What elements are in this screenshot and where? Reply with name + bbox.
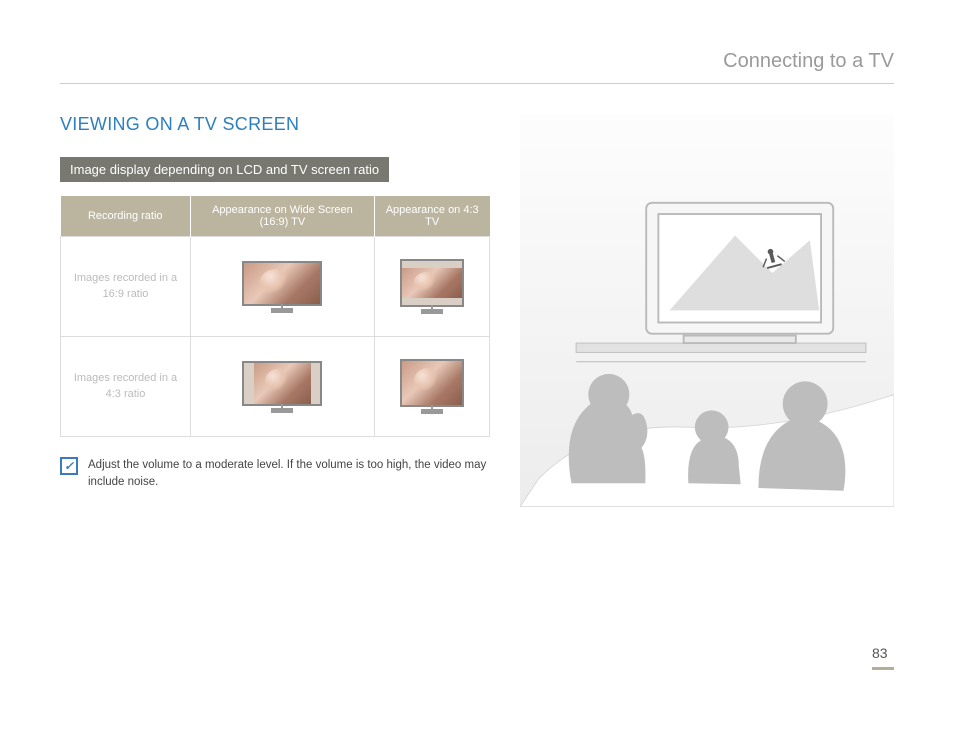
cell-169-on-wide bbox=[191, 237, 375, 337]
cell-169-on-43 bbox=[374, 237, 489, 337]
note-text: Adjust the volume to a moderate level. I… bbox=[88, 457, 490, 492]
note: ✓ Adjust the volume to a moderate level.… bbox=[60, 457, 490, 492]
cell-43-on-43 bbox=[374, 337, 489, 437]
table-row: Images recorded in a 16:9 ratio bbox=[61, 237, 490, 337]
cell-43-on-wide bbox=[191, 337, 375, 437]
chapter-title: Connecting to a TV bbox=[60, 50, 894, 84]
ratio-table: Recording ratio Appearance on Wide Scree… bbox=[60, 196, 490, 437]
table-row: Images recorded in a 4:3 ratio bbox=[61, 337, 490, 437]
row-label-169: Images recorded in a 16:9 ratio bbox=[61, 237, 191, 337]
table-header-43: Appearance on 4:3 TV bbox=[374, 196, 489, 237]
table-header-recording-ratio: Recording ratio bbox=[61, 196, 191, 237]
note-icon: ✓ bbox=[60, 457, 78, 475]
page-number: 83 bbox=[872, 645, 894, 670]
table-header-wide: Appearance on Wide Screen (16:9) TV bbox=[191, 196, 375, 237]
subsection-title: Image display depending on LCD and TV sc… bbox=[60, 157, 389, 182]
row-label-43: Images recorded in a 4:3 ratio bbox=[61, 337, 191, 437]
section-title: VIEWING ON A TV SCREEN bbox=[60, 114, 490, 135]
living-room-illustration bbox=[520, 114, 894, 507]
